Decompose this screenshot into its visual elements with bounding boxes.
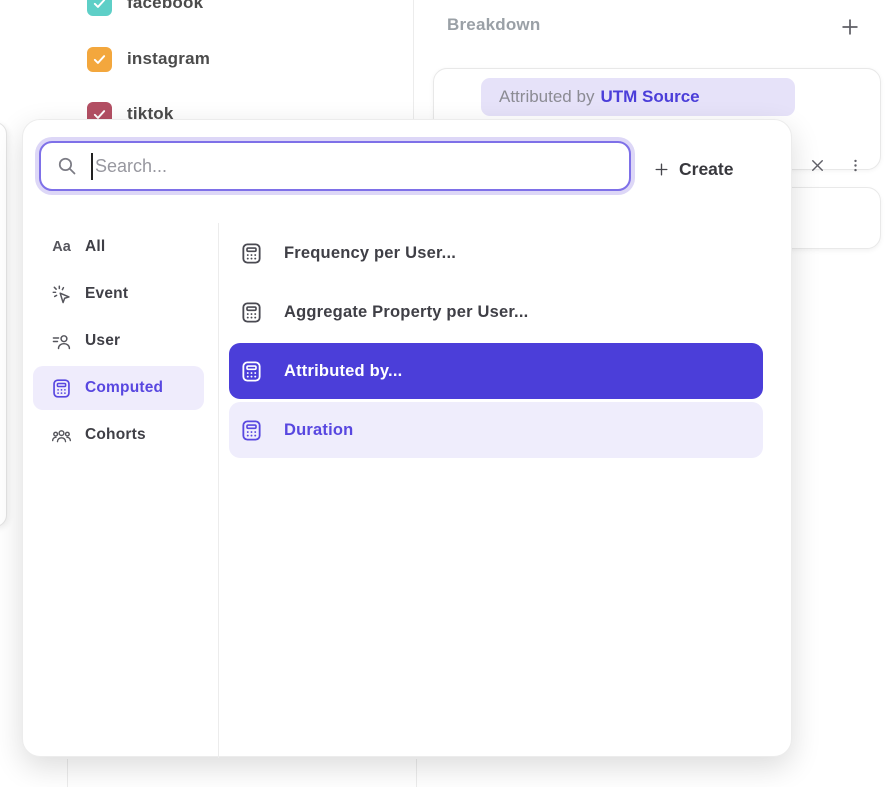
result-attributed-by[interactable]: Attributed by... bbox=[229, 343, 763, 399]
result-aggregate-property-per-user[interactable]: Aggregate Property per User... bbox=[229, 284, 763, 340]
channel-label: instagram bbox=[127, 49, 210, 69]
create-button[interactable]: Create bbox=[653, 150, 779, 188]
breakdown-property-chip[interactable]: Attributed by UTM Source bbox=[481, 78, 795, 116]
category-computed[interactable]: Computed bbox=[33, 366, 204, 410]
plus-icon bbox=[839, 16, 861, 38]
chip-property-value: UTM Source bbox=[600, 87, 699, 107]
breakdown-options-button[interactable] bbox=[843, 151, 867, 179]
close-icon bbox=[808, 156, 827, 175]
result-label: Duration bbox=[284, 421, 353, 440]
result-label: Frequency per User... bbox=[284, 244, 456, 263]
kebab-menu-icon bbox=[847, 157, 864, 174]
event-pointer-icon bbox=[51, 284, 72, 305]
category-label: All bbox=[85, 238, 105, 256]
channel-row-instagram[interactable]: instagram bbox=[87, 46, 210, 72]
property-picker-popup: Create Aa All Event User Computed Cohort… bbox=[22, 119, 792, 757]
background-left-panel-edge bbox=[0, 122, 7, 527]
text-caret bbox=[91, 153, 93, 180]
search-icon bbox=[56, 155, 78, 177]
popup-column-divider bbox=[218, 223, 219, 758]
add-breakdown-button[interactable] bbox=[837, 14, 863, 40]
category-user[interactable]: User bbox=[33, 319, 204, 363]
letters-icon: Aa bbox=[51, 237, 72, 258]
category-label: Computed bbox=[85, 379, 163, 397]
category-all[interactable]: Aa All bbox=[33, 225, 204, 269]
calculator-icon bbox=[240, 360, 263, 383]
checkmark-icon bbox=[92, 52, 107, 67]
instagram-checkbox[interactable] bbox=[87, 47, 112, 72]
category-label: Event bbox=[85, 285, 128, 303]
breakdown-section-title: Breakdown bbox=[447, 15, 540, 35]
create-button-label: Create bbox=[679, 159, 733, 180]
user-icon bbox=[51, 331, 72, 352]
result-label: Attributed by... bbox=[284, 362, 402, 381]
facebook-checkbox[interactable] bbox=[87, 0, 112, 16]
plus-icon bbox=[653, 161, 670, 178]
calculator-icon bbox=[51, 378, 72, 399]
panel-divider-line-top bbox=[413, 0, 414, 119]
search-input[interactable] bbox=[95, 143, 615, 189]
category-cohorts[interactable]: Cohorts bbox=[33, 413, 204, 457]
search-box[interactable] bbox=[39, 141, 631, 191]
grid-line-bottom-mid bbox=[416, 759, 417, 787]
calculator-icon bbox=[240, 242, 263, 265]
result-frequency-per-user[interactable]: Frequency per User... bbox=[229, 225, 763, 281]
checkmark-icon bbox=[92, 0, 107, 11]
calculator-icon bbox=[240, 301, 263, 324]
result-label: Aggregate Property per User... bbox=[284, 303, 528, 322]
remove-breakdown-button[interactable] bbox=[803, 151, 831, 179]
grid-line-bottom-left bbox=[67, 759, 68, 787]
calculator-icon bbox=[240, 419, 263, 442]
group-icon bbox=[51, 425, 72, 446]
category-label: User bbox=[85, 332, 120, 350]
channel-row-facebook[interactable]: facebook bbox=[87, 0, 203, 16]
category-label: Cohorts bbox=[85, 426, 146, 444]
category-event[interactable]: Event bbox=[33, 272, 204, 316]
result-duration[interactable]: Duration bbox=[229, 402, 763, 458]
chip-prefix-label: Attributed by bbox=[499, 87, 594, 107]
channel-label: facebook bbox=[127, 0, 203, 13]
